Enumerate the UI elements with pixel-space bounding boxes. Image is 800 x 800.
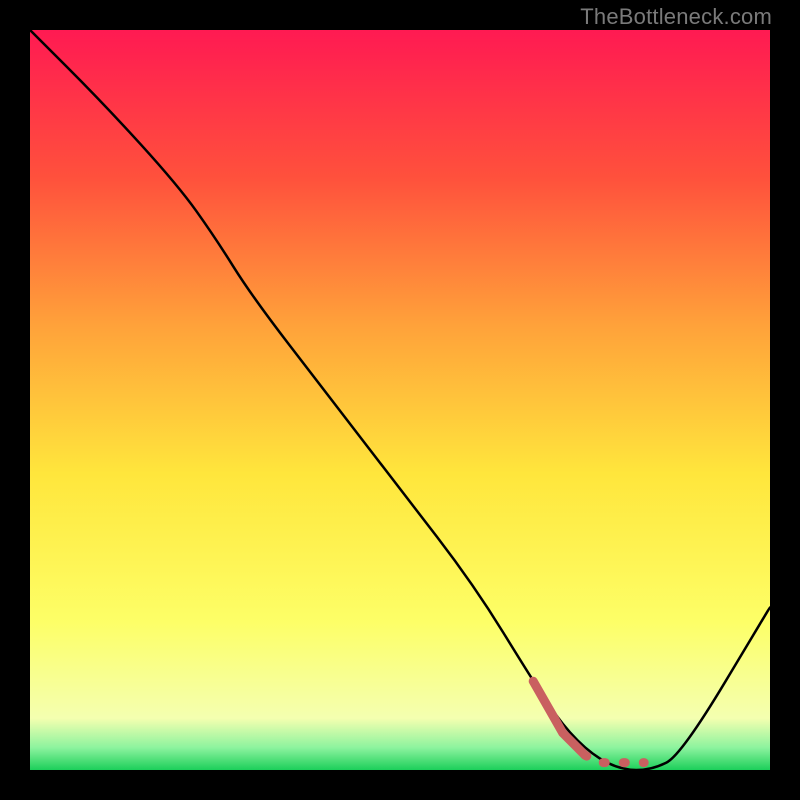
gradient-background [30,30,770,770]
plot-area [30,30,770,770]
chart-frame: TheBottleneck.com [0,0,800,800]
bottleneck-chart [30,30,770,770]
watermark-text: TheBottleneck.com [580,4,772,30]
